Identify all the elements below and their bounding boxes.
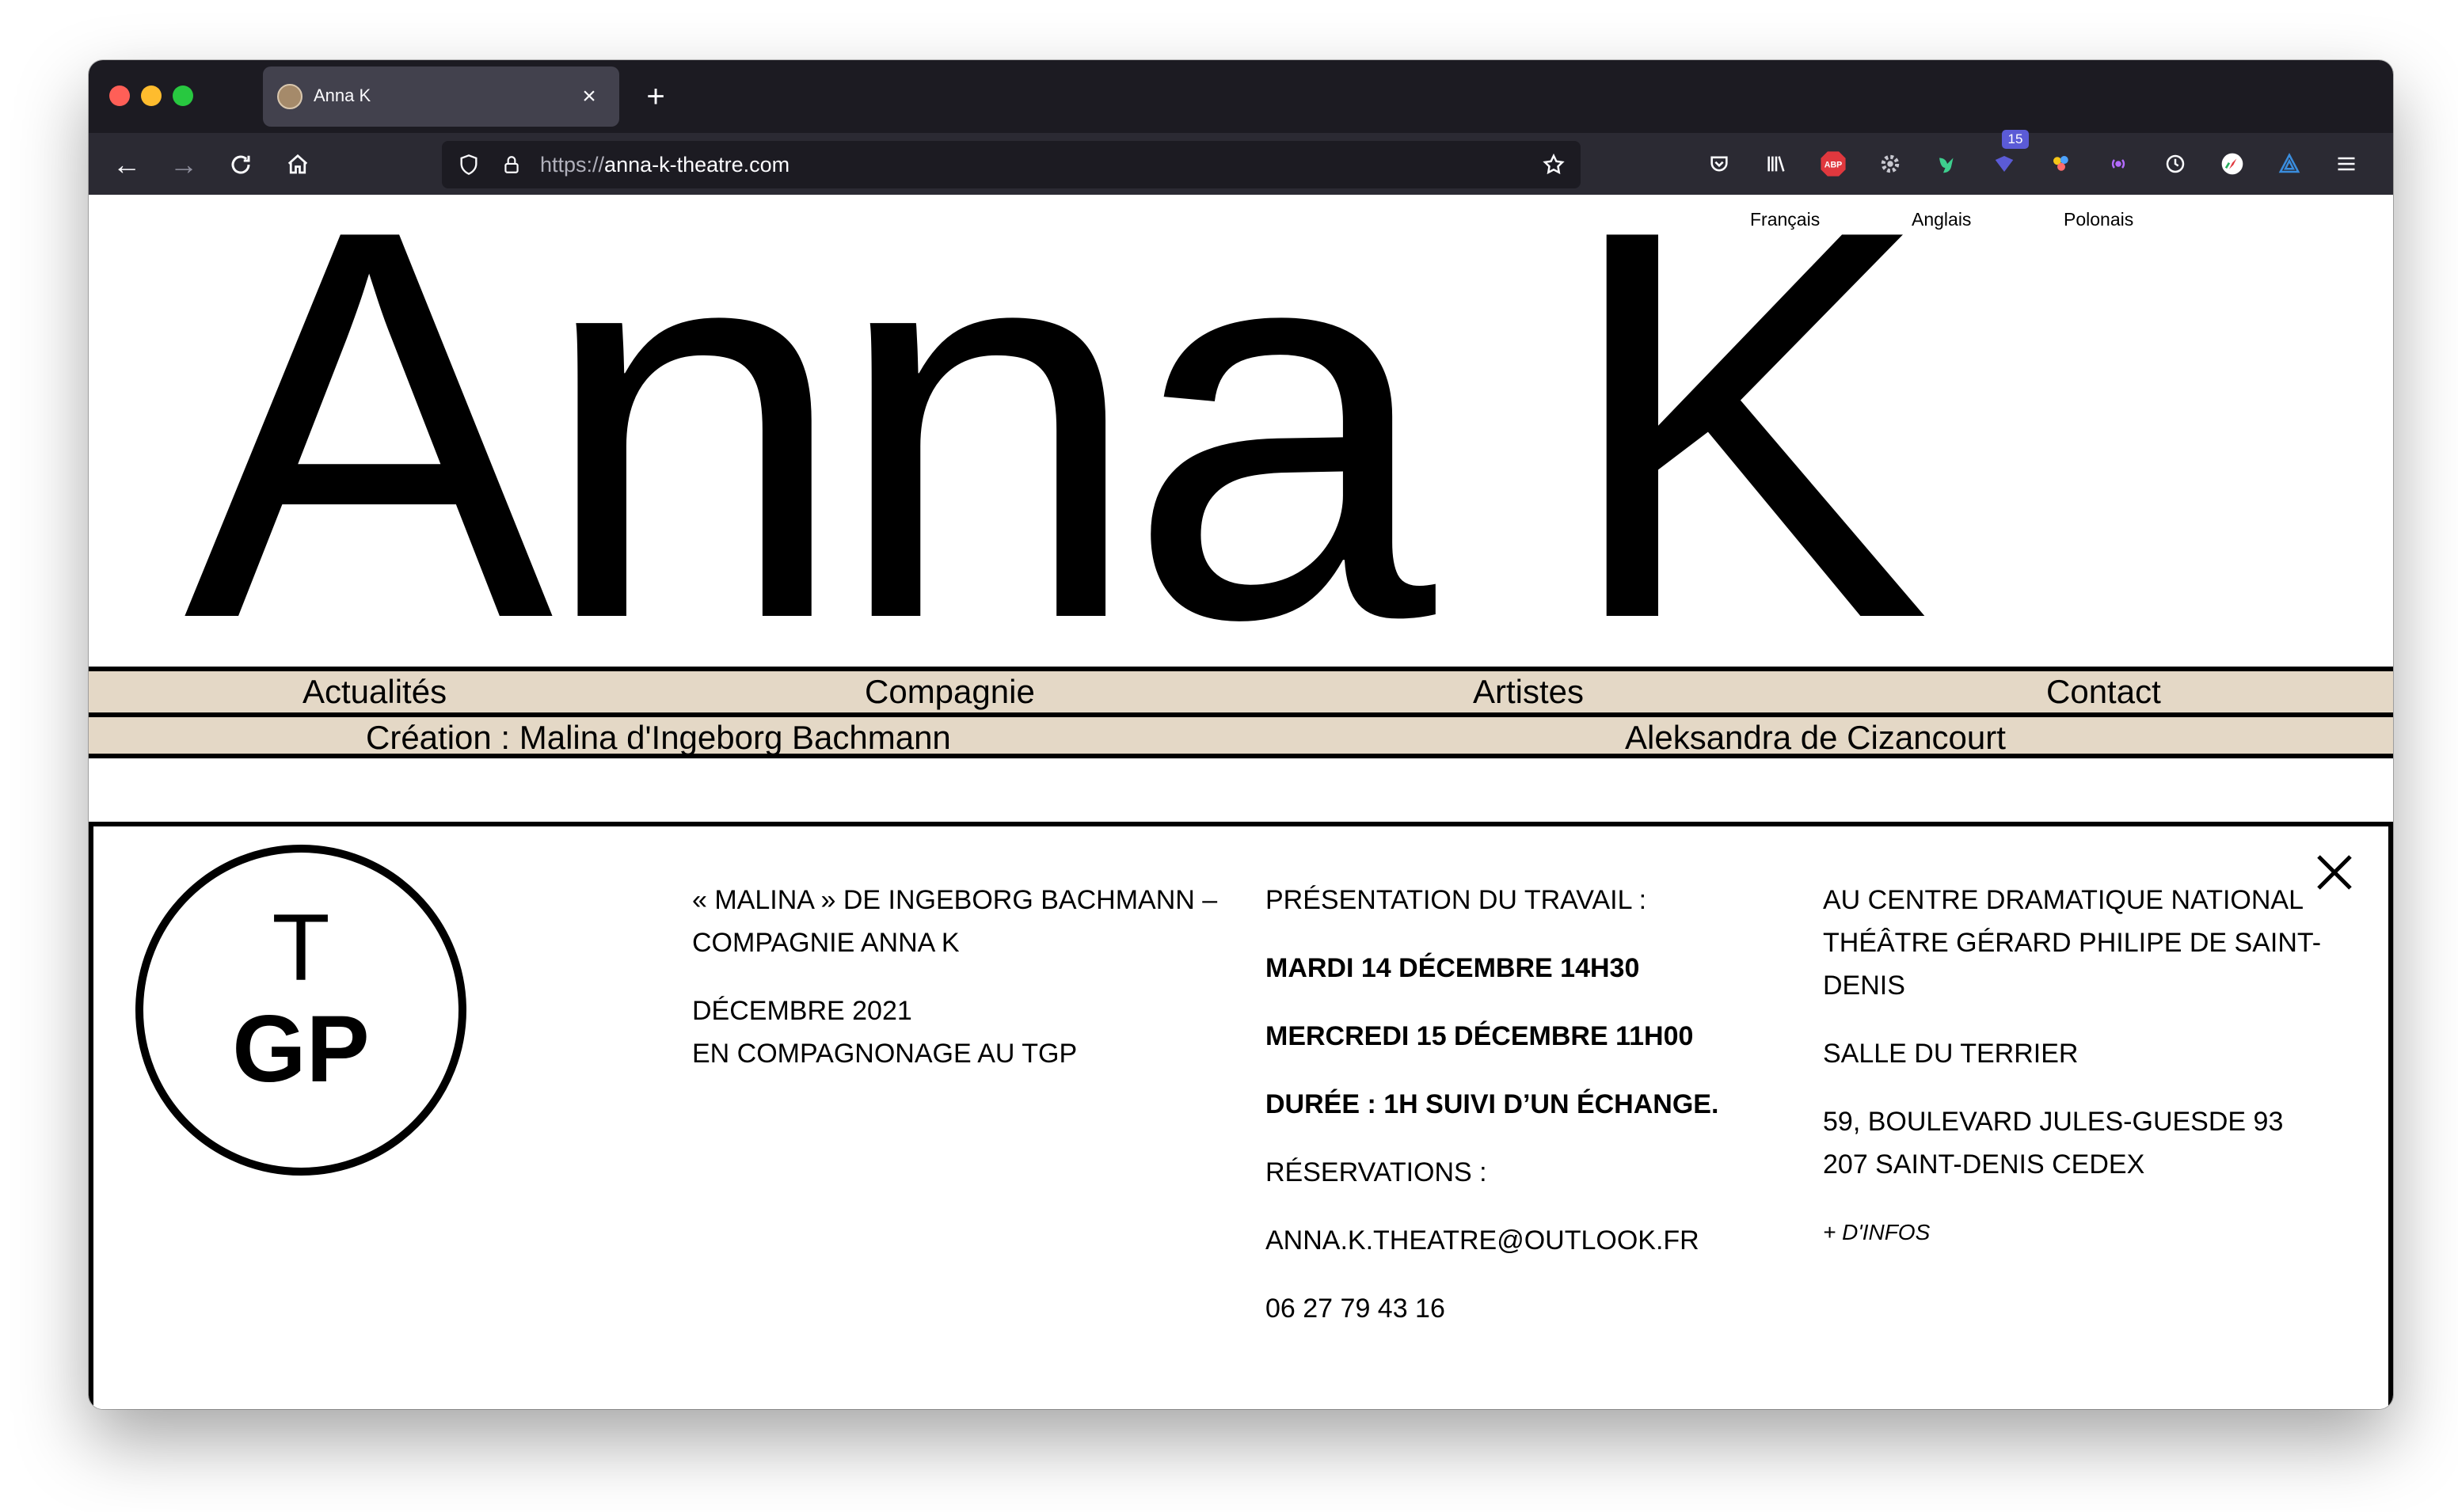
reservations-phone[interactable]: 06 27 79 43 16 (1265, 1287, 1788, 1330)
venue-line2: THÉÂTRE GÉRARD PHILIPE DE SAINT- (1823, 928, 2322, 958)
minimize-window-button[interactable] (141, 85, 162, 106)
lang-polonais-link[interactable]: Polonais (2064, 209, 2133, 230)
zoom-window-button[interactable] (173, 85, 193, 106)
lang-francais-link[interactable]: Français (1750, 209, 1820, 230)
lock-icon[interactable] (496, 149, 527, 180)
main-menu: Actualités Compagnie Artistes Contact (89, 667, 2393, 712)
venue-column: AU CENTRE DRAMATIQUE NATIONAL THÉÂTRE GÉ… (1823, 879, 2330, 1254)
shield-extension-icon[interactable] (1986, 146, 2022, 182)
bookmark-star-icon[interactable] (1538, 149, 1570, 180)
tab-title: Anna K (314, 85, 371, 105)
event-month: DÉCEMBRE 2021 (692, 996, 912, 1026)
color-dots-icon[interactable] (2043, 146, 2079, 182)
tgp-logo: T GP (135, 845, 466, 1176)
venue-address-line2: 207 SAINT-DENIS CEDEX (1823, 1149, 2145, 1180)
sub-menu: Création : Malina d'Ingeborg Bachmann Al… (89, 712, 2393, 758)
venue-address-line1: 59, BOULEVARD JULES-GUESDE 93 (1823, 1107, 2284, 1137)
site-title[interactable]: Anna K (184, 195, 1931, 701)
event-title-line2: COMPAGNIE ANNA K (692, 928, 960, 958)
announcement-panel: T GP « MALINA » DE INGEBORG BACHMANN – C… (89, 822, 2393, 1409)
url-host: anna-k-theatre.com (604, 153, 790, 177)
lang-anglais-link[interactable]: Anglais (1912, 209, 1971, 230)
tab-anna-k[interactable]: Anna K × (263, 66, 619, 127)
url-scheme: https:// (540, 153, 605, 177)
back-icon[interactable]: ← (105, 142, 149, 187)
venue-line1: AU CENTRE DRAMATIQUE NATIONAL (1823, 885, 2304, 915)
svg-text:ABP: ABP (1824, 160, 1842, 169)
menu-aleksandra[interactable]: Aleksandra de Cizancourt (1625, 719, 2006, 757)
event-schedule-column: PRÉSENTATION DU TRAVAIL : MARDI 14 DÉCEM… (1265, 879, 1788, 1330)
navigation-toolbar: ← → https://anna-k-theatre.com ABP (89, 133, 2393, 195)
broadcast-icon[interactable] (2100, 146, 2136, 182)
menu-contact[interactable]: Contact (2046, 673, 2161, 711)
new-tab-button[interactable]: + (634, 74, 678, 119)
close-window-button[interactable] (109, 85, 130, 106)
schedule-date-1: MARDI 14 DÉCEMBRE 14H30 (1265, 953, 1640, 983)
schedule-heading: PRÉSENTATION DU TRAVAIL : (1265, 885, 1647, 915)
tab-close-icon[interactable]: × (570, 78, 608, 116)
more-info-link[interactable]: + D'INFOS (1823, 1211, 2330, 1254)
menu-compagnie[interactable]: Compagnie (865, 673, 1035, 711)
event-title-column: « MALINA » DE INGEBORG BACHMANN – COMPAG… (692, 879, 1231, 1075)
menu-actualites[interactable]: Actualités (302, 673, 447, 711)
url-text[interactable]: https://anna-k-theatre.com (540, 153, 790, 177)
menu-artistes[interactable]: Artistes (1473, 673, 1584, 711)
logo-top-letter: T (272, 895, 329, 1001)
home-icon[interactable] (276, 142, 320, 187)
page-content: Anna K Français Anglais Polonais Actuali… (89, 195, 2393, 1409)
hamburger-menu-icon[interactable] (2328, 146, 2365, 182)
library-icon[interactable] (1758, 146, 1794, 182)
adblock-icon[interactable]: ABP (1815, 146, 1851, 182)
venue-room: SALLE DU TERRIER (1823, 1039, 2079, 1069)
reload-icon[interactable] (219, 142, 263, 187)
compass-icon[interactable] (2214, 146, 2251, 182)
extension-badge: 15 (2002, 130, 2029, 149)
menu-creation-malina[interactable]: Création : Malina d'Ingeborg Bachmann (366, 719, 951, 757)
triangle-extension-icon[interactable] (2271, 146, 2308, 182)
bird-extension-icon[interactable] (1929, 146, 1965, 182)
forward-icon[interactable]: → (162, 142, 206, 187)
favicon-icon (277, 84, 302, 109)
reservations-email[interactable]: ANNA.K.THEATRE@OUTLOOK.FR (1265, 1219, 1788, 1262)
venue-line3: DENIS (1823, 971, 1905, 1001)
address-bar[interactable]: https://anna-k-theatre.com (442, 141, 1581, 188)
browser-window: Anna K × + ← → https://anna-k-theatre.co… (89, 60, 2393, 1409)
event-companion: EN COMPAGNONAGE AU TGP (692, 1039, 1078, 1069)
reservations-label: RÉSERVATIONS : (1265, 1157, 1487, 1187)
gear-icon[interactable] (1872, 146, 1908, 182)
tab-bar: Anna K × + (89, 60, 2393, 133)
pocket-icon[interactable] (1701, 146, 1737, 182)
close-panel-icon[interactable] (2312, 850, 2357, 895)
event-title-line1: « MALINA » DE INGEBORG BACHMANN – (692, 885, 1218, 915)
logo-bottom-letters: GP (232, 996, 369, 1102)
schedule-date-2: MERCREDI 15 DÉCEMBRE 11H00 (1265, 1021, 1694, 1051)
shield-icon[interactable] (453, 149, 485, 180)
clock-sync-icon[interactable] (2157, 146, 2194, 182)
schedule-duration: DURÉE : 1H SUIVI D’UN ÉCHANGE. (1265, 1089, 1719, 1119)
